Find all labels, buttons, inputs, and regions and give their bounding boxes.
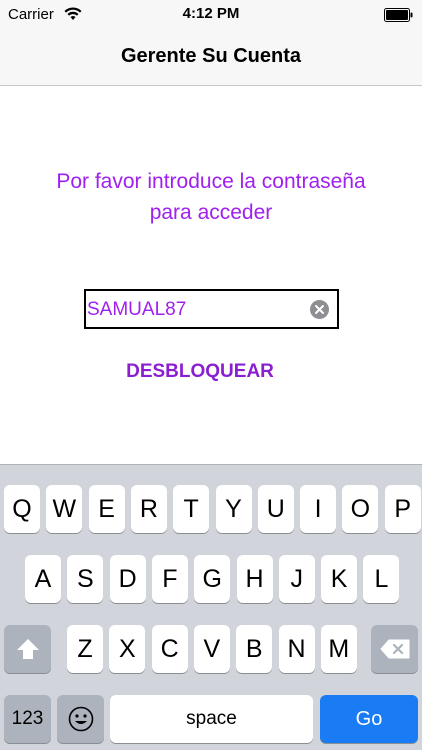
nav-bar: Gerente Su Cuenta xyxy=(0,30,422,86)
key-l[interactable]: L xyxy=(363,555,400,603)
keyboard: QWERTYUIOP ASDFGHJKL ZXCVBNM 123 space G… xyxy=(0,464,422,750)
shift-key[interactable] xyxy=(4,625,51,673)
prompt-line-1: Por favor introduce la contraseña xyxy=(56,170,366,193)
clear-icon[interactable] xyxy=(310,300,329,319)
key-d[interactable]: D xyxy=(109,555,146,603)
key-b[interactable]: B xyxy=(236,625,273,673)
key-j[interactable]: J xyxy=(278,555,315,603)
password-value: SAMUAL87 xyxy=(87,299,187,320)
prompt-line-2: para acceder xyxy=(149,201,273,224)
key-q[interactable]: Q xyxy=(4,485,40,533)
unlock-button[interactable]: DESBLOQUEAR xyxy=(100,361,300,383)
emoji-key[interactable] xyxy=(57,695,104,743)
emoji-icon xyxy=(68,706,93,732)
key-i[interactable]: I xyxy=(300,485,337,533)
key-o[interactable]: O xyxy=(342,485,379,533)
numbers-key[interactable]: 123 xyxy=(4,695,51,743)
key-f[interactable]: F xyxy=(151,555,188,603)
key-z[interactable]: Z xyxy=(67,625,103,673)
key-h[interactable]: H xyxy=(236,555,273,603)
key-w[interactable]: W xyxy=(46,485,83,533)
key-c[interactable]: C xyxy=(151,625,188,673)
key-s[interactable]: S xyxy=(67,555,104,603)
key-u[interactable]: U xyxy=(257,485,294,533)
key-m[interactable]: M xyxy=(320,625,357,673)
key-a[interactable]: A xyxy=(25,555,61,603)
space-key[interactable]: space xyxy=(110,695,313,743)
password-prompt: Por favor introduce la contraseña para a… xyxy=(20,166,402,228)
key-e[interactable]: E xyxy=(88,485,125,533)
go-key[interactable]: Go xyxy=(320,695,418,743)
key-g[interactable]: G xyxy=(194,555,231,603)
status-bar: Carrier 4:12 PM xyxy=(0,0,422,30)
backspace-key[interactable] xyxy=(371,625,418,673)
page-title: Gerente Su Cuenta xyxy=(120,45,302,67)
key-y[interactable]: Y xyxy=(215,485,252,533)
key-r[interactable]: R xyxy=(130,485,167,533)
battery-icon xyxy=(384,8,413,22)
key-n[interactable]: N xyxy=(278,625,315,673)
key-p[interactable]: P xyxy=(384,485,421,533)
backspace-icon xyxy=(380,639,409,659)
status-time: 4:12 PM xyxy=(182,5,240,22)
shift-icon xyxy=(16,639,39,659)
key-x[interactable]: X xyxy=(109,625,146,673)
key-k[interactable]: K xyxy=(321,555,358,603)
password-input[interactable]: SAMUAL87 xyxy=(84,289,339,329)
key-v[interactable]: V xyxy=(193,625,230,673)
key-t[interactable]: T xyxy=(173,485,210,533)
